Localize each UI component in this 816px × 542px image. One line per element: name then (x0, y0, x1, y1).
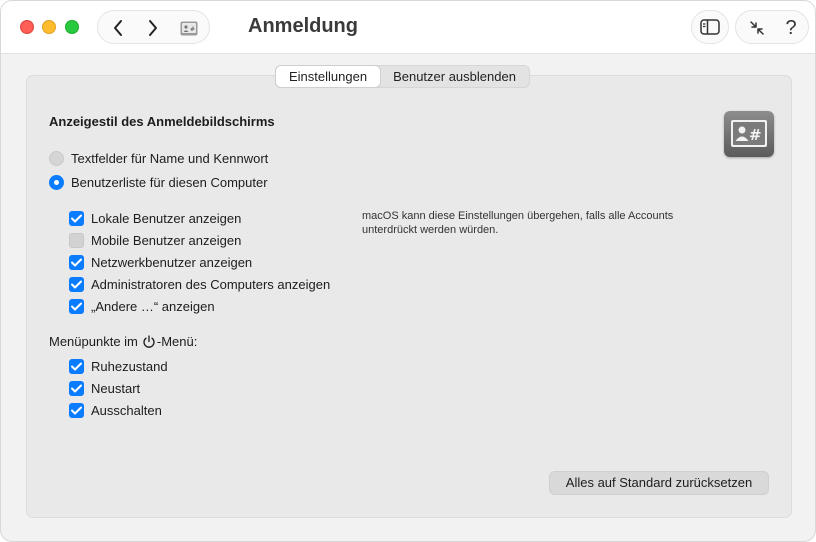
checkmark-icon (71, 302, 82, 310)
tab-einstellungen[interactable]: Einstellungen (276, 66, 381, 87)
checkbox[interactable] (69, 298, 84, 314)
window: # Anmeldung ? Einstellungen Benutzer aus… (0, 0, 816, 542)
checkbox-administrators[interactable]: Administratoren des Computers anzeigen (69, 275, 330, 293)
checkbox-label: Ausschalten (91, 402, 162, 418)
checkbox-label: „Andere …“ anzeigen (91, 298, 215, 314)
radio-label: Textfelder für Name und Kennwort (71, 150, 269, 166)
login-window-large-icon: # (724, 111, 774, 157)
display-style-heading: Anzeigestil des Anmeldebildschirms (49, 114, 275, 129)
sidebar-icon (700, 19, 720, 35)
checkmark-icon (71, 406, 82, 414)
checkbox-local-users[interactable]: Lokale Benutzer anzeigen (69, 209, 241, 227)
checkbox[interactable] (69, 276, 84, 292)
power-icon (143, 334, 155, 348)
collapse-arrows-icon (750, 21, 764, 35)
window-actions-group: ? (735, 10, 809, 44)
power-menu-heading: Menüpunkte im -Menü: (49, 334, 197, 349)
checkbox-shutdown[interactable]: Ausschalten (69, 401, 162, 419)
navigation-group: # (97, 10, 210, 44)
checkbox-label: Lokale Benutzer anzeigen (91, 210, 242, 226)
login-window-app-button[interactable]: # (174, 11, 204, 45)
sidebar-toggle-button[interactable] (691, 10, 729, 44)
svg-text:#: # (190, 26, 195, 33)
help-button[interactable]: ? (776, 11, 806, 45)
checkbox[interactable] (69, 358, 84, 374)
checkbox-label: Neustart (91, 380, 141, 396)
checkbox-sleep[interactable]: Ruhezustand (69, 357, 168, 375)
checkbox-network-users[interactable]: Netzwerkbenutzer anzeigen (69, 253, 252, 271)
checkmark-icon (71, 280, 82, 288)
checkmark-icon (71, 214, 82, 222)
power-menu-prefix: Menüpunkte im (49, 334, 138, 349)
radio-label: Benutzerliste für diesen Computer (71, 174, 268, 190)
checkbox-label: Mobile Benutzer anzeigen (91, 232, 242, 248)
checkbox[interactable] (69, 232, 84, 248)
login-window-icon: # (180, 21, 198, 35)
maximize-window-button[interactable] (65, 20, 79, 34)
power-menu-suffix: -Menü: (156, 334, 198, 349)
reset-defaults-button[interactable]: Alles auf Standard zurücksetzen (549, 471, 769, 495)
radio-button-selected[interactable] (49, 174, 64, 190)
checkmark-icon (71, 384, 82, 392)
back-button[interactable] (103, 11, 133, 45)
checkbox-other[interactable]: „Andere …“ anzeigen (69, 297, 215, 315)
forward-button[interactable] (138, 11, 168, 45)
close-window-button[interactable] (20, 20, 34, 34)
checkbox[interactable] (69, 254, 84, 270)
checkmark-icon (71, 362, 82, 370)
radio-text-fields[interactable]: Textfelder für Name und Kennwort (49, 149, 268, 167)
collapse-button[interactable] (742, 11, 772, 45)
user-hash-icon: # (731, 120, 767, 147)
tab-bar: Einstellungen Benutzer ausblenden (275, 65, 530, 88)
checkbox[interactable] (69, 402, 84, 418)
checkbox-label: Netzwerkbenutzer anzeigen (91, 254, 253, 270)
radio-user-list[interactable]: Benutzerliste für diesen Computer (49, 173, 268, 191)
svg-text:#: # (749, 126, 762, 144)
checkbox-label: Ruhezustand (91, 358, 168, 374)
chevron-right-icon (149, 20, 157, 36)
checkbox[interactable] (69, 380, 84, 396)
override-note: macOS kann diese Einstellungen übergehen… (362, 210, 674, 236)
window-title: Anmeldung (248, 15, 358, 37)
checkbox-mobile-users[interactable]: Mobile Benutzer anzeigen (69, 231, 241, 249)
checkbox-label: Administratoren des Computers anzeigen (91, 276, 331, 292)
radio-button[interactable] (49, 150, 64, 166)
tab-benutzer-ausblenden[interactable]: Benutzer ausblenden (380, 66, 529, 87)
checkbox[interactable] (69, 210, 84, 226)
minimize-window-button[interactable] (42, 20, 56, 34)
chevron-left-icon (114, 20, 122, 36)
titlebar: # Anmeldung ? (1, 1, 815, 54)
checkbox-restart[interactable]: Neustart (69, 379, 140, 397)
checkmark-icon (71, 258, 82, 266)
